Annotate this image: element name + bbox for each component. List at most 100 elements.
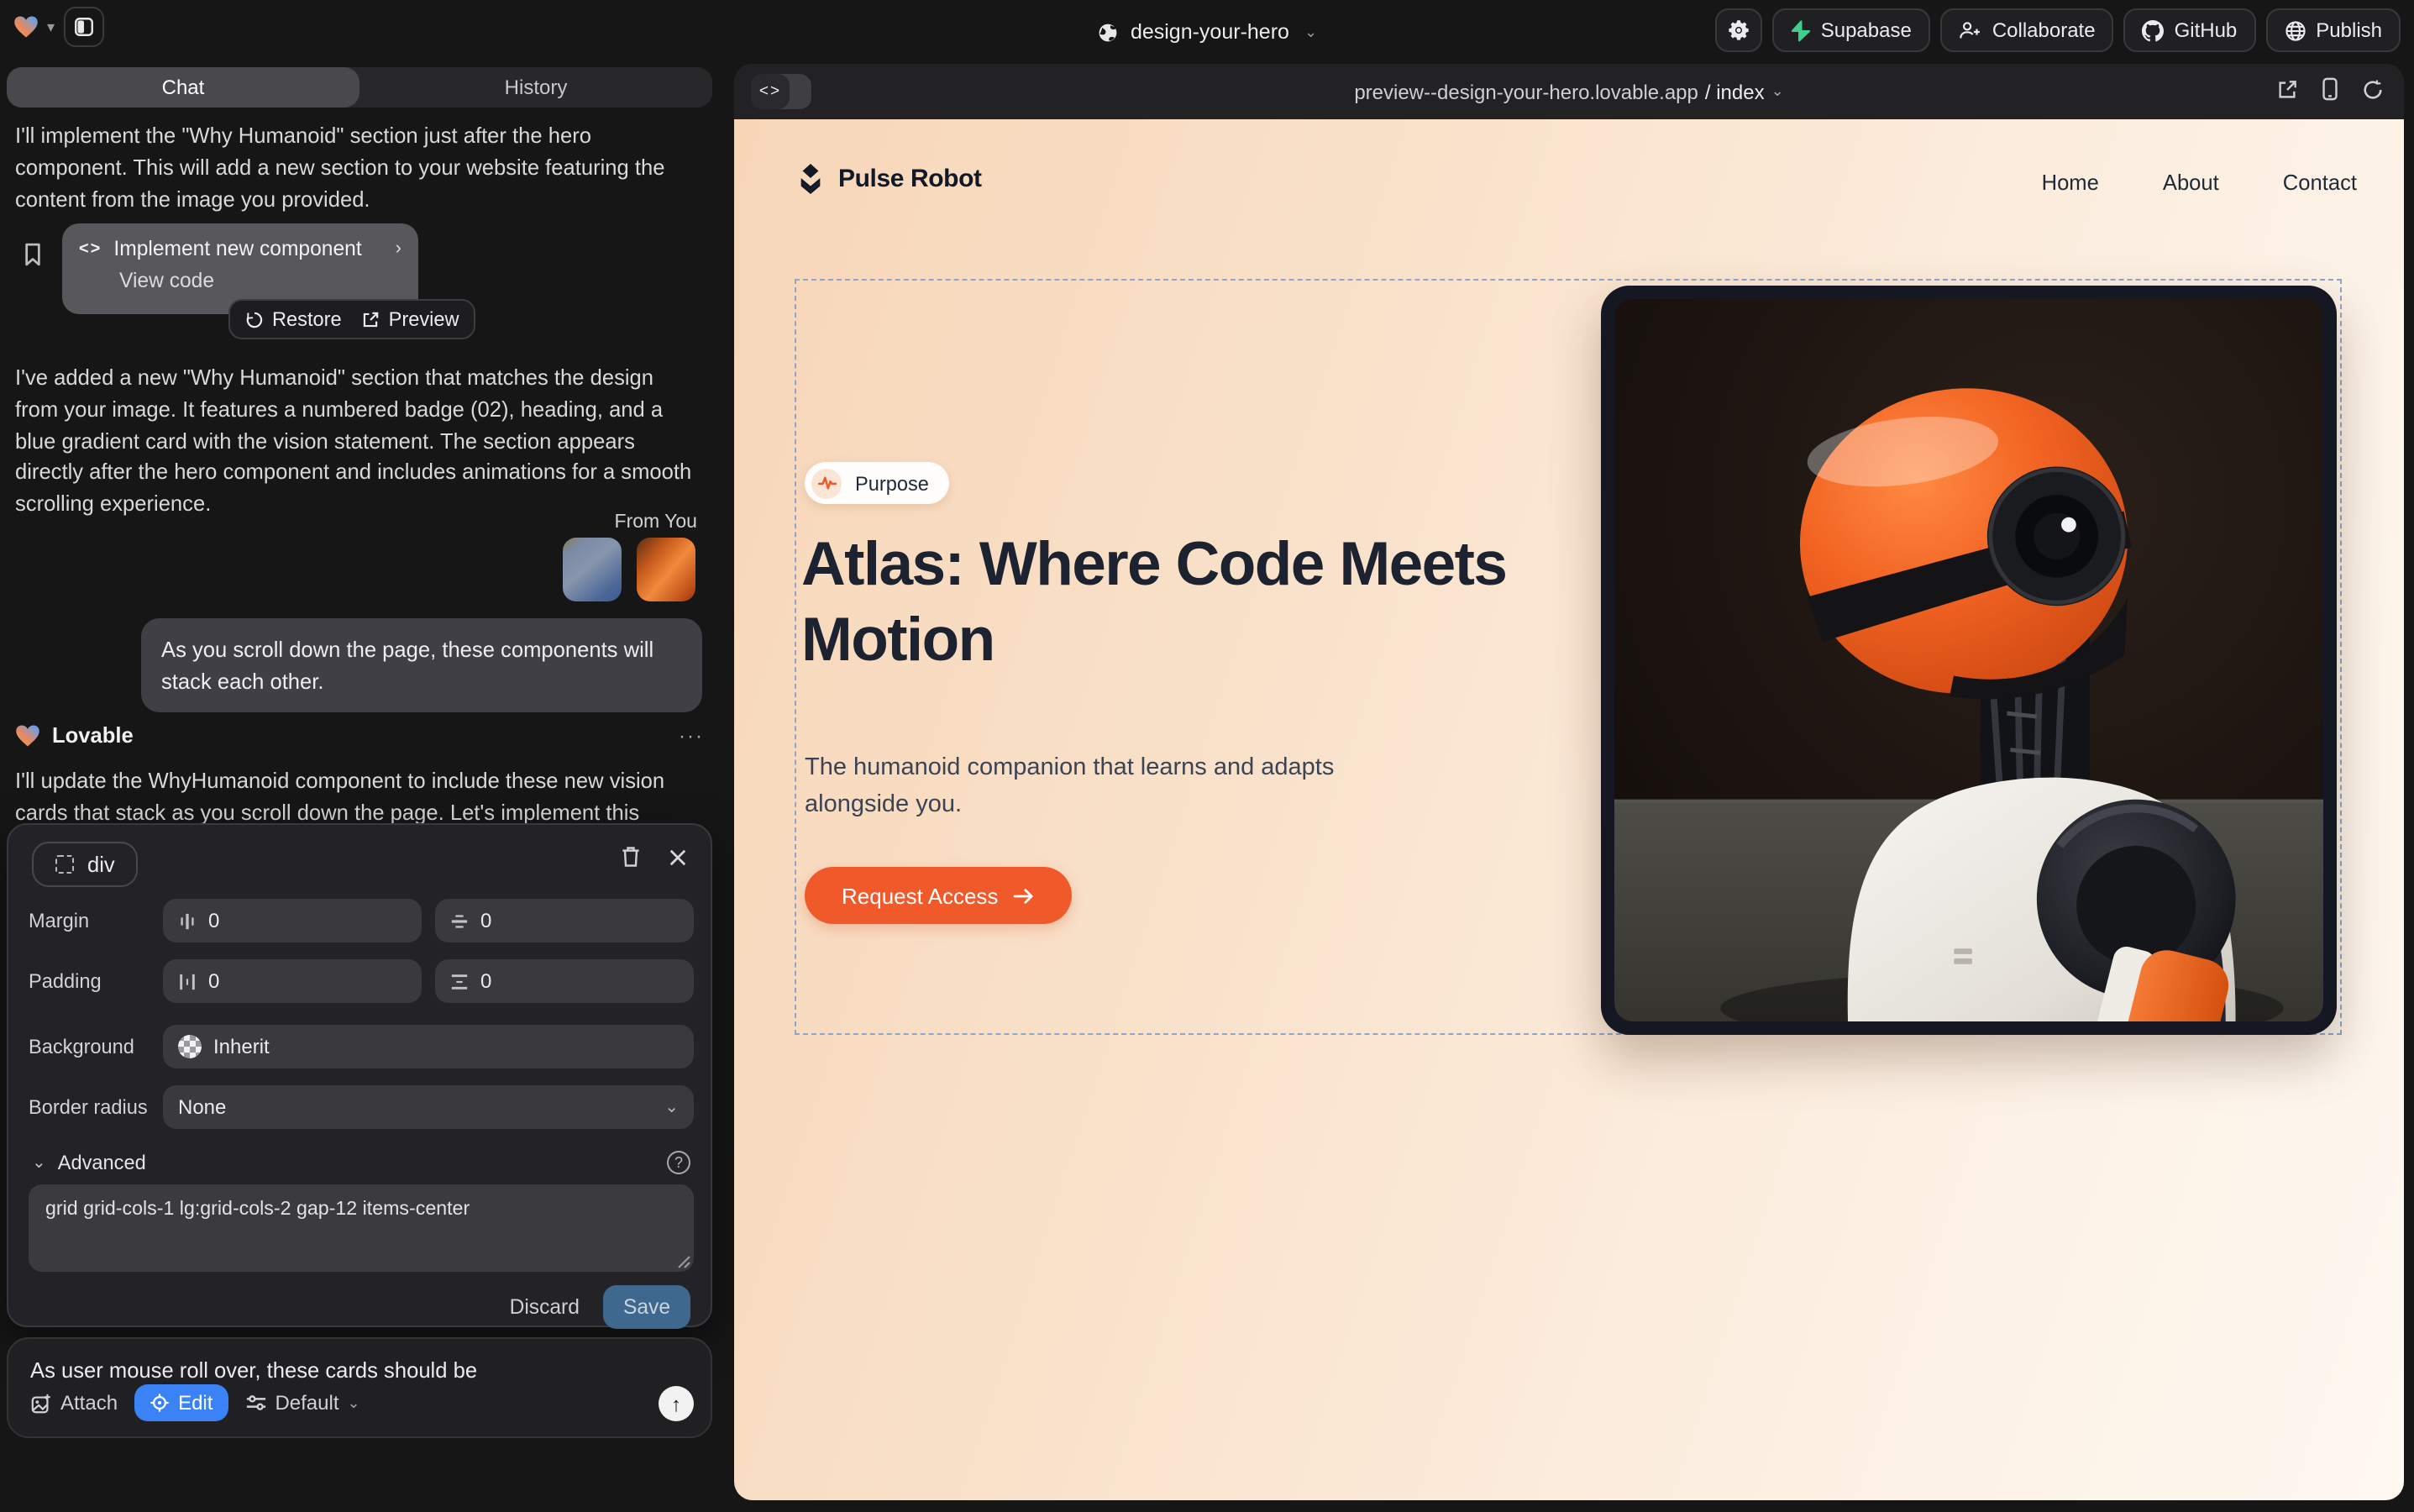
margin-y-value: 0 xyxy=(480,909,491,932)
pulse-icon xyxy=(811,468,842,498)
advanced-classes-textarea[interactable]: grid grid-cols-1 lg:grid-cols-2 gap-12 i… xyxy=(29,1184,694,1272)
margin-y-input[interactable]: 0 xyxy=(435,899,694,942)
background-value: Inherit xyxy=(213,1035,270,1058)
delete-element-button[interactable] xyxy=(620,845,642,869)
nav-about[interactable]: About xyxy=(2163,170,2219,195)
model-default-button[interactable]: Default ⌄ xyxy=(244,1391,359,1415)
edit-mode-button[interactable]: Edit xyxy=(134,1384,228,1421)
settings-button[interactable] xyxy=(1715,8,1762,52)
restore-label: Restore xyxy=(272,307,342,331)
assistant-header: Lovable ··· xyxy=(15,722,704,748)
arrow-right-icon xyxy=(1013,886,1035,905)
site-logo[interactable]: Pulse Robot xyxy=(796,163,982,195)
globe-icon xyxy=(1097,21,1119,43)
background-label: Background xyxy=(29,1035,163,1058)
resize-grip-icon[interactable] xyxy=(677,1255,690,1268)
restore-icon xyxy=(245,310,264,328)
border-radius-label: Border radius xyxy=(29,1095,163,1119)
site-nav: Home About Contact xyxy=(2042,170,2357,195)
publish-globe-icon xyxy=(2284,19,2306,41)
collaborate-label: Collaborate xyxy=(1992,18,2096,42)
margin-x-input[interactable]: 0 xyxy=(163,899,422,942)
view-code-link[interactable]: View code xyxy=(119,269,401,292)
hero-description: The humanoid companion that learns and a… xyxy=(805,749,1359,825)
refresh-button[interactable] xyxy=(2362,78,2384,100)
code-icon: <> xyxy=(79,239,102,258)
layers-icon xyxy=(796,163,825,195)
user-message-bubble: As you scroll down the page, these compo… xyxy=(141,618,702,713)
message-menu-button[interactable]: ··· xyxy=(679,723,704,747)
save-button[interactable]: Save xyxy=(603,1285,690,1329)
close-inspector-button[interactable] xyxy=(669,848,687,866)
project-chevron-icon: ⌄ xyxy=(1304,23,1317,41)
external-link-icon xyxy=(362,310,380,328)
restore-button[interactable]: Restore xyxy=(245,307,342,331)
border-radius-value: None xyxy=(178,1095,226,1119)
padding-y-input[interactable]: 0 xyxy=(435,959,694,1003)
request-access-label: Request Access xyxy=(842,883,998,908)
selected-element-chip[interactable]: div xyxy=(32,842,139,887)
project-name: design-your-hero xyxy=(1131,20,1289,44)
attachment-thumbnail-orange[interactable] xyxy=(637,538,695,601)
padding-x-value: 0 xyxy=(208,969,219,993)
assistant-message-2: I've added a new "Why Humanoid" section … xyxy=(15,363,697,521)
open-in-new-tab-button[interactable] xyxy=(2276,78,2298,100)
margin-x-value: 0 xyxy=(208,909,219,932)
restore-preview-toolbar: Restore Preview xyxy=(228,299,476,339)
nav-home[interactable]: Home xyxy=(2042,170,2099,195)
mobile-view-button[interactable] xyxy=(2322,77,2338,101)
collaborate-button[interactable]: Collaborate xyxy=(1940,8,2114,52)
transparency-swatch-icon xyxy=(178,1035,202,1058)
purpose-badge: Purpose xyxy=(805,462,949,504)
purpose-badge-label: Purpose xyxy=(855,471,929,495)
border-radius-select[interactable]: None ⌄ xyxy=(163,1085,694,1129)
github-label: GitHub xyxy=(2175,18,2238,42)
sliders-icon xyxy=(244,1393,266,1413)
nav-contact[interactable]: Contact xyxy=(2283,170,2357,195)
attach-image-icon xyxy=(30,1392,52,1414)
margin-y-icon xyxy=(450,911,469,930)
default-label: Default xyxy=(275,1391,338,1415)
attach-button[interactable]: Attach xyxy=(30,1391,118,1415)
preview-url-bar[interactable]: preview--design-your-hero.lovable.app / … xyxy=(734,64,2404,119)
site-brand: Pulse Robot xyxy=(838,165,982,193)
preview-path: / index xyxy=(1705,80,1765,103)
chat-history-tabs: Chat History xyxy=(7,67,712,108)
padding-x-input[interactable]: 0 xyxy=(163,959,422,1003)
background-input[interactable]: Inherit xyxy=(163,1025,694,1068)
supabase-button[interactable]: Supabase xyxy=(1772,8,1930,52)
supabase-icon xyxy=(1791,19,1811,41)
bookmark-icon[interactable] xyxy=(24,242,42,267)
robot-image xyxy=(1614,299,2323,1021)
url-chevron-icon: ⌄ xyxy=(1771,82,1784,101)
collaborate-icon xyxy=(1959,20,1982,40)
publish-button[interactable]: Publish xyxy=(2265,8,2401,52)
site-preview: Pulse Robot Home About Contact Purpose A… xyxy=(734,119,2404,1500)
preview-label: Preview xyxy=(389,307,459,331)
composer-input[interactable]: As user mouse roll over, these cards sho… xyxy=(30,1357,477,1383)
margin-x-icon xyxy=(178,911,197,930)
preview-header: <> preview--design-your-hero.lovable.app… xyxy=(734,64,2404,119)
advanced-label[interactable]: Advanced xyxy=(58,1151,146,1174)
preview-url: preview--design-your-hero.lovable.app xyxy=(1354,80,1698,103)
element-tag: div xyxy=(87,852,115,877)
tab-history[interactable]: History xyxy=(359,67,712,108)
assistant-message-1: I'll implement the "Why Humanoid" sectio… xyxy=(15,121,697,216)
preview-button[interactable]: Preview xyxy=(362,307,459,331)
github-button[interactable]: GitHub xyxy=(2124,8,2256,52)
padding-x-icon xyxy=(178,972,197,990)
tab-chat[interactable]: Chat xyxy=(7,67,359,108)
padding-label: Padding xyxy=(29,969,163,993)
default-chevron-icon: ⌄ xyxy=(348,1394,360,1412)
chevron-down-icon: ⌄ xyxy=(664,1098,679,1116)
help-icon[interactable]: ? xyxy=(667,1151,690,1174)
attach-label: Attach xyxy=(60,1391,118,1415)
advanced-chevron-icon[interactable]: ⌄ xyxy=(32,1153,46,1172)
send-button[interactable]: ↑ xyxy=(659,1386,694,1421)
request-access-button[interactable]: Request Access xyxy=(805,867,1072,924)
attachment-thumbnail-blue[interactable] xyxy=(563,538,622,601)
github-icon xyxy=(2143,19,2165,41)
discard-button[interactable]: Discard xyxy=(510,1295,580,1319)
chat-composer[interactable]: As user mouse roll over, these cards sho… xyxy=(7,1337,712,1438)
edit-target-icon xyxy=(150,1393,170,1413)
